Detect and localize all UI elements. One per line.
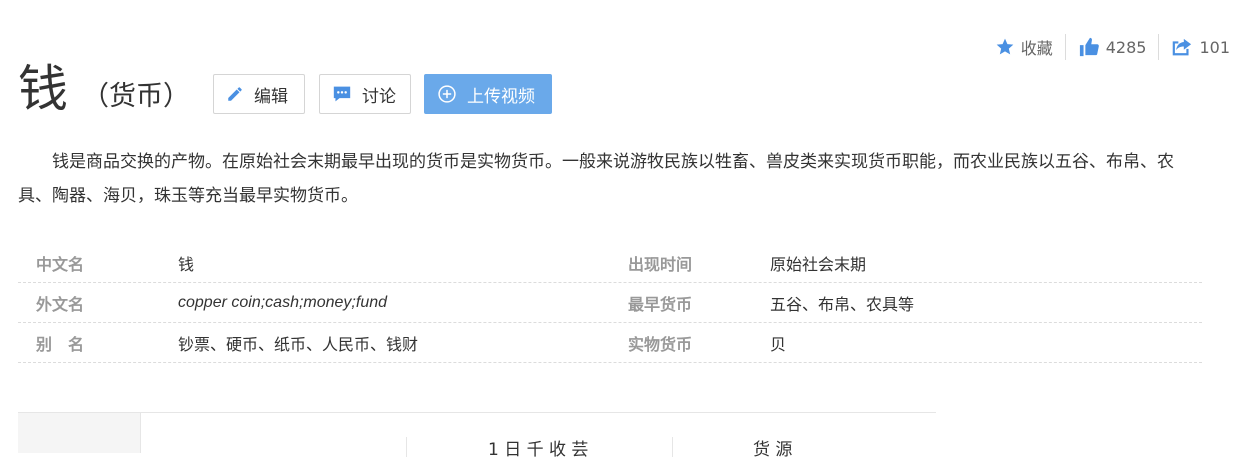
like-button[interactable]: 4285 [1078, 37, 1147, 57]
pencil-icon [226, 85, 244, 103]
thumbs-up-icon [1078, 37, 1100, 57]
title-main: 钱 [18, 60, 68, 118]
title-subtitle: （货币） [82, 80, 190, 112]
discuss-button[interactable]: 讨论 [319, 74, 411, 114]
divider [1064, 34, 1066, 60]
plus-circle-icon [437, 84, 457, 104]
summary-paragraph: 钱是商品交换的产物。在原始社会末期最早出现的货币是实物货币。一般来说游牧民族以牲… [18, 152, 1174, 206]
bottom-tab-strip: 1 日 千 收 芸 货 源 [18, 412, 936, 460]
info-row: 中文名 钱 出现时间 原始社会末期 [18, 243, 1202, 283]
info-row: 外文名 copper coin;cash;money;fund 最早货币 五谷、… [18, 283, 1202, 323]
info-value: 钱 [178, 254, 195, 274]
share-count: 101 [1199, 37, 1230, 57]
info-key: 中文名 [36, 254, 85, 274]
bottom-tab[interactable]: 1 日 千 收 芸 [488, 435, 588, 460]
discuss-label: 讨论 [362, 86, 396, 107]
favorite-button[interactable]: 收藏 [995, 35, 1053, 59]
divider [406, 437, 407, 457]
like-count: 4285 [1105, 37, 1147, 57]
divider [672, 437, 673, 457]
info-value: 五谷、布帛、农具等 [770, 294, 915, 314]
info-key: 最早货币 [628, 294, 693, 314]
divider [1158, 34, 1160, 60]
info-key: 别 名 [36, 334, 85, 354]
info-value: 钞票、硬币、纸币、人民币、钱财 [178, 334, 419, 354]
top-actions: 收藏 4285 101 [995, 34, 1230, 60]
comment-icon [332, 85, 352, 103]
bottom-tab[interactable]: 货 源 [753, 435, 792, 460]
share-button[interactable]: 101 [1171, 37, 1230, 57]
info-row: 别 名 钞票、硬币、纸币、人民币、钱财 实物货币 贝 [18, 323, 1202, 363]
info-table: 中文名 钱 出现时间 原始社会末期 外文名 copper coin;cash;m… [18, 243, 1202, 363]
edit-button[interactable]: 编辑 [213, 74, 305, 114]
bottom-left-panel [18, 413, 141, 453]
upload-video-label: 上传视频 [467, 86, 535, 107]
page-title: 钱 （货币） [18, 58, 190, 120]
edit-label: 编辑 [254, 86, 288, 107]
upload-video-button[interactable]: 上传视频 [424, 74, 552, 114]
star-icon [995, 37, 1015, 57]
info-value: 贝 [770, 334, 787, 354]
info-key: 出现时间 [628, 254, 693, 274]
info-value: copper coin;cash;money;fund [178, 293, 388, 311]
info-key: 外文名 [36, 294, 85, 314]
favorite-label: 收藏 [1020, 39, 1053, 58]
info-key: 实物货币 [628, 334, 693, 354]
info-value: 原始社会末期 [770, 254, 867, 274]
share-icon [1171, 37, 1193, 57]
